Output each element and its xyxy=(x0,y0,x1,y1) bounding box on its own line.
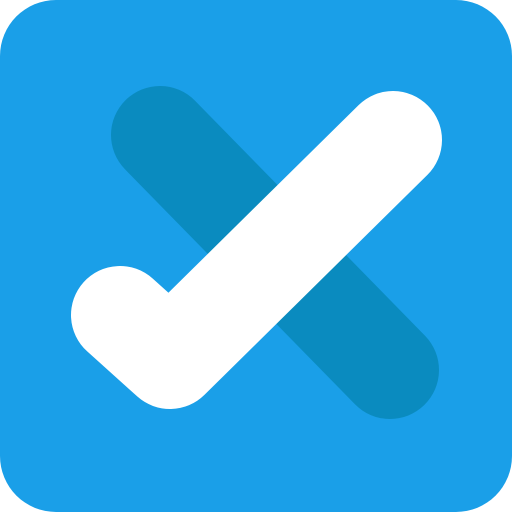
app-icon xyxy=(0,0,512,512)
check-x-icon xyxy=(0,0,512,512)
